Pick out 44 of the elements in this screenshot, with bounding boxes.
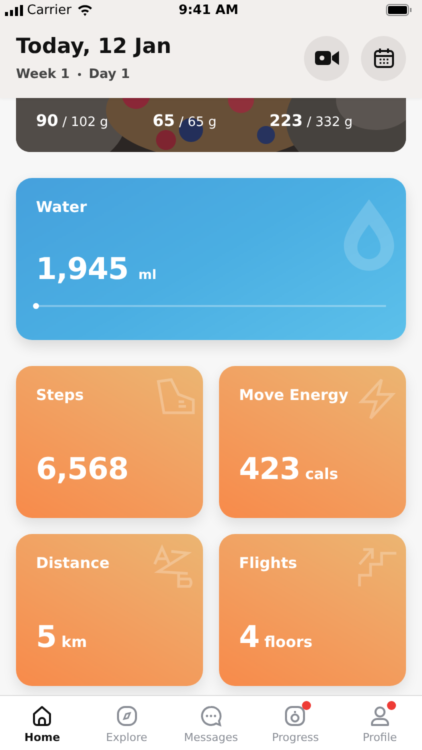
stat-value: 4 — [239, 620, 260, 655]
macro-card[interactable]: 90 / 102 g 65 / 65 g 223 / 332 g — [16, 98, 406, 152]
stat-unit: km — [61, 633, 87, 651]
tab-item[interactable]: Home — [0, 696, 84, 750]
card-title: Move Energy — [239, 386, 348, 404]
tab-item[interactable]: Explore — [84, 696, 169, 750]
macro-value: 90 / 102 g — [36, 111, 108, 130]
signal-icon — [5, 4, 23, 16]
stat-unit: cals — [305, 465, 338, 483]
water-card[interactable]: Water 1,945 ml — [16, 178, 406, 340]
card-title: Water — [36, 198, 87, 216]
separator-dot-icon — [78, 73, 81, 76]
stat-card[interactable]: Move Energy 423 cals — [219, 366, 406, 518]
stat-value: 6,568 — [36, 452, 128, 487]
stat-value: 5 — [36, 620, 56, 655]
water-unit: ml — [138, 268, 156, 283]
card-title: Distance — [36, 554, 110, 572]
water-value: 1,945 — [36, 252, 128, 287]
carrier-name: Carrier — [27, 2, 72, 18]
stat-value: 423 — [239, 452, 300, 487]
stat-unit: floors — [264, 633, 312, 651]
calendar-button[interactable] — [361, 36, 406, 80]
macro-value: 65 / 65 g — [152, 111, 217, 130]
card-title: Steps — [36, 386, 84, 404]
stat-card[interactable]: Steps 6,568 — [16, 366, 203, 518]
card-title: Flights — [239, 554, 298, 572]
tab-item[interactable]: Profile — [338, 696, 422, 750]
battery-icon — [386, 4, 412, 16]
stat-card[interactable]: Flights 4 floors — [219, 534, 406, 686]
status-time: 9:41 AM — [178, 2, 240, 18]
tab-item[interactable]: Messages — [168, 696, 254, 750]
page-title: Today, 12 Jan — [16, 34, 172, 58]
calendar-icon — [372, 47, 394, 69]
macro-value: 223 / 332 g — [269, 111, 353, 130]
chat-bubble-icon — [199, 704, 224, 728]
compass-icon — [114, 704, 139, 728]
video-camera-icon — [314, 50, 338, 66]
video-button[interactable] — [304, 36, 349, 80]
watch-icon — [283, 704, 308, 728]
stat-card[interactable]: Distance 5 km — [16, 534, 203, 686]
day-label: Day 1 — [88, 67, 130, 82]
week-label: Week 1 — [16, 67, 70, 82]
tab-item[interactable]: Progress — [253, 696, 338, 750]
wifi-icon — [77, 4, 94, 16]
